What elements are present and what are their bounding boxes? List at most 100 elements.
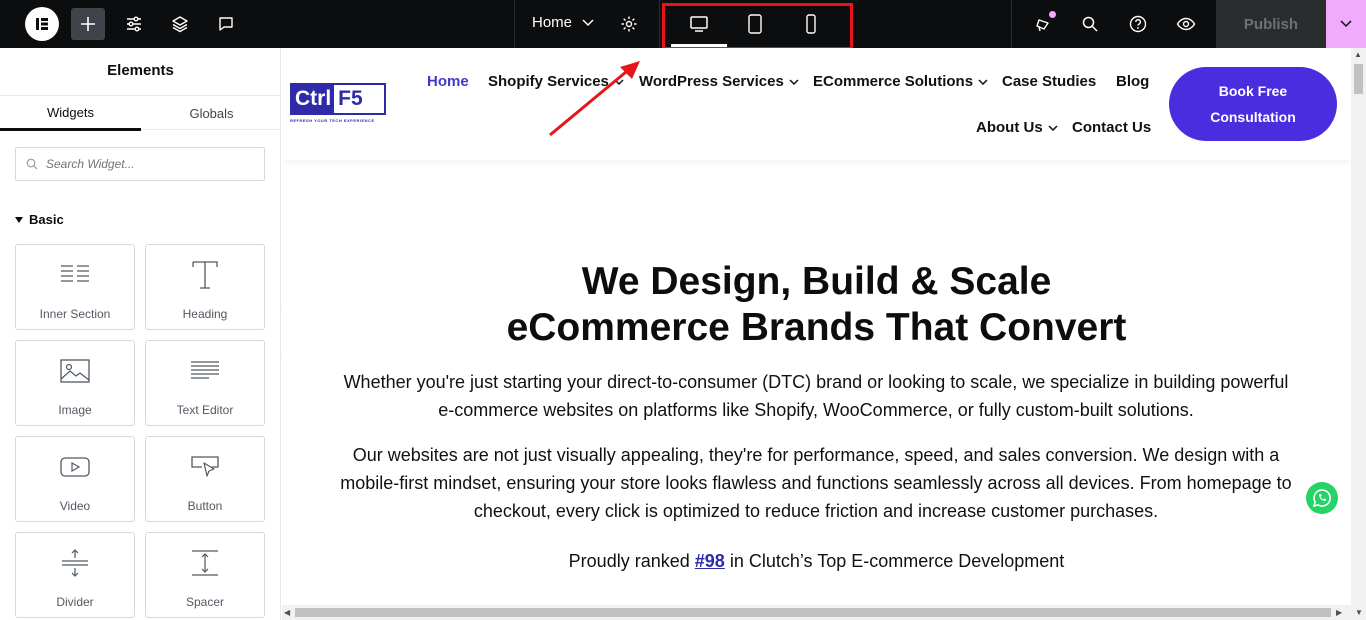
publish-options-button[interactable] <box>1326 0 1366 48</box>
nav-home[interactable]: Home <box>427 73 469 90</box>
scroll-up-icon[interactable]: ▲ <box>1354 50 1362 59</box>
nav-contact-us[interactable]: Contact Us <box>1072 119 1151 136</box>
search-icon <box>1082 16 1098 32</box>
inner-section-icon <box>61 265 89 282</box>
chevron-down-icon <box>1340 20 1352 28</box>
vertical-scrollbar[interactable]: ▲ <box>1351 48 1366 605</box>
panel-title: Elements <box>107 62 174 79</box>
logo-f5-text: F5 <box>338 87 363 110</box>
preview-canvas: Ctrl F5 REFRESH YOUR TECH EXPERIENCE Hom… <box>282 48 1351 605</box>
page-name: Home <box>532 14 573 31</box>
text-editor-icon <box>191 361 219 379</box>
category-basic[interactable]: Basic <box>15 212 64 227</box>
widget-heading[interactable]: Heading <box>145 244 265 330</box>
scroll-down-icon[interactable]: ▼ <box>1355 608 1363 617</box>
structure-button[interactable] <box>163 8 197 40</box>
heading-icon <box>192 261 218 289</box>
widget-button[interactable]: Button <box>145 436 265 522</box>
plus-icon <box>81 17 95 31</box>
nav-case-studies[interactable]: Case Studies <box>1002 73 1096 90</box>
horizontal-scrollbar[interactable]: ◀ ▶ ▼ <box>282 605 1366 620</box>
hero-paragraph: Whether you're just starting your direct… <box>343 372 1289 420</box>
vertical-scroll-thumb[interactable] <box>1354 64 1363 94</box>
megaphone-icon <box>1036 19 1049 32</box>
tab-widgets[interactable]: Widgets <box>0 96 141 131</box>
caret-down-icon <box>15 216 23 223</box>
site-settings-button[interactable] <box>117 8 151 40</box>
cta-line: Book Free <box>1218 83 1288 99</box>
whatsapp-icon <box>1312 489 1331 508</box>
help-button[interactable] <box>1121 8 1155 40</box>
widget-label: Divider <box>56 595 94 609</box>
hero-title-line: We Design, Build & Scale <box>581 260 1052 303</box>
finder-button[interactable] <box>1073 8 1107 40</box>
widget-label: Spacer <box>185 595 225 609</box>
search-input[interactable] <box>46 157 246 171</box>
tab-globals[interactable]: Globals <box>141 96 282 131</box>
site-header: Ctrl F5 REFRESH YOUR TECH EXPERIENCE Hom… <box>282 48 1351 160</box>
category-label: Basic <box>29 212 64 227</box>
scroll-left-icon[interactable]: ◀ <box>284 608 290 617</box>
book-consultation-button[interactable]: Book Free Consultation <box>1169 67 1337 141</box>
elementor-logo-icon[interactable] <box>25 7 59 41</box>
annotation-highlight-box <box>662 3 853 50</box>
widget-label: Image <box>58 403 92 417</box>
widget-search[interactable] <box>15 147 265 181</box>
widget-inner-section[interactable]: Inner Section <box>15 244 135 330</box>
sliders-icon <box>127 16 141 32</box>
nav-about-us[interactable]: About Us <box>976 119 1058 136</box>
comment-icon <box>219 17 233 31</box>
nav-label: About Us <box>976 119 1043 136</box>
nav-ecommerce-solutions[interactable]: ECommerce Solutions <box>813 73 988 90</box>
whatsapp-button[interactable] <box>1306 482 1338 514</box>
ranking-suffix: in Clutch’s Top E-commerce Development <box>729 551 1065 571</box>
add-element-button[interactable] <box>71 8 105 40</box>
nav-label: Blog <box>1116 73 1150 90</box>
divider <box>514 0 515 48</box>
nav-label: ECommerce Solutions <box>813 73 974 90</box>
spacer-icon <box>192 550 218 576</box>
scroll-right-icon[interactable]: ▶ <box>1336 608 1342 617</box>
chevron-down-icon <box>978 78 988 85</box>
site-logo[interactable]: Ctrl F5 REFRESH YOUR TECH EXPERIENCE <box>290 83 386 125</box>
cta-line: Consultation <box>1210 109 1296 125</box>
publish-button[interactable]: Publish <box>1216 0 1326 48</box>
ranking-prefix: Proudly ranked <box>568 551 690 571</box>
image-icon <box>60 359 90 383</box>
nav-wordpress-services[interactable]: WordPress Services <box>639 73 799 90</box>
ranking-link[interactable]: #98 <box>695 551 725 571</box>
preview-button[interactable] <box>1169 8 1203 40</box>
widget-label: Inner Section <box>39 307 111 321</box>
ranking-text: Proudly ranked #98 in Clutch’s Top E-com… <box>282 551 1351 572</box>
page-selector[interactable]: Home <box>532 14 594 31</box>
widget-label: Video <box>59 499 91 513</box>
hero-paragraph: Our websites are not just visually appea… <box>340 445 1292 521</box>
widget-text-editor[interactable]: Text Editor <box>145 340 265 426</box>
eye-icon <box>1176 17 1196 31</box>
notes-button[interactable] <box>209 8 243 40</box>
widget-image[interactable]: Image <box>15 340 135 426</box>
widget-spacer[interactable]: Spacer <box>145 532 265 618</box>
gear-icon <box>621 16 637 32</box>
nav-blog[interactable]: Blog <box>1116 73 1149 90</box>
widget-divider[interactable]: Divider <box>15 532 135 618</box>
widget-video[interactable]: Video <box>15 436 135 522</box>
nav-label: Case Studies <box>1002 73 1097 90</box>
widget-label: Heading <box>182 307 228 321</box>
divider <box>659 0 660 48</box>
logo-ctrl-text: Ctrl <box>292 85 335 113</box>
horizontal-scroll-thumb[interactable] <box>295 608 1331 617</box>
notification-dot <box>1049 11 1056 18</box>
nav-label: Contact Us <box>1072 119 1152 136</box>
page-settings-button[interactable] <box>612 8 646 40</box>
video-icon <box>60 457 90 477</box>
widget-label: Button <box>187 499 223 513</box>
divider <box>1011 0 1012 48</box>
search-icon <box>26 158 38 170</box>
annotation-arrow <box>549 61 640 137</box>
layers-icon <box>172 16 188 33</box>
widget-label: Text Editor <box>176 403 234 417</box>
editor-topbar: Home Publish <box>0 0 1366 50</box>
nav-label: WordPress Services <box>639 73 784 90</box>
logo-tagline: REFRESH YOUR TECH EXPERIENCE <box>290 118 375 123</box>
